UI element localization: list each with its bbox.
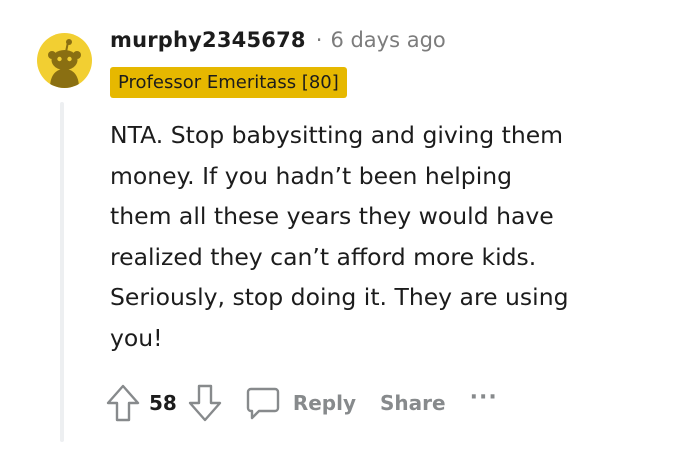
user-avatar[interactable]	[37, 33, 92, 88]
comment-body: NTA. Stop babysitting and giving them mo…	[110, 121, 569, 352]
more-options-button[interactable]: ···	[470, 385, 498, 410]
upvote-button[interactable]	[105, 384, 141, 422]
vote-score: 58	[149, 391, 177, 415]
upvote-arrow-icon	[106, 384, 140, 422]
reply-label: Reply	[292, 391, 357, 415]
comment: murphy2345678 · 6 days ago Professor Eme…	[0, 0, 700, 449]
user-flair: Professor Emeritass [80]	[110, 67, 347, 98]
downvote-button[interactable]	[187, 384, 223, 422]
comment-actions: 58 Reply Share ···	[105, 383, 498, 423]
username-link[interactable]: murphy2345678	[110, 28, 306, 52]
downvote-arrow-icon	[188, 384, 222, 422]
thread-collapse-line[interactable]	[60, 102, 64, 442]
header-separator: ·	[315, 28, 323, 52]
timestamp[interactable]: 6 days ago	[330, 28, 445, 52]
comment-header: murphy2345678 · 6 days ago	[110, 28, 446, 52]
reply-button[interactable]: Reply	[245, 385, 356, 421]
snoo-avatar-icon	[48, 39, 81, 88]
share-button[interactable]: Share	[380, 391, 446, 415]
speech-bubble-icon	[246, 387, 280, 420]
